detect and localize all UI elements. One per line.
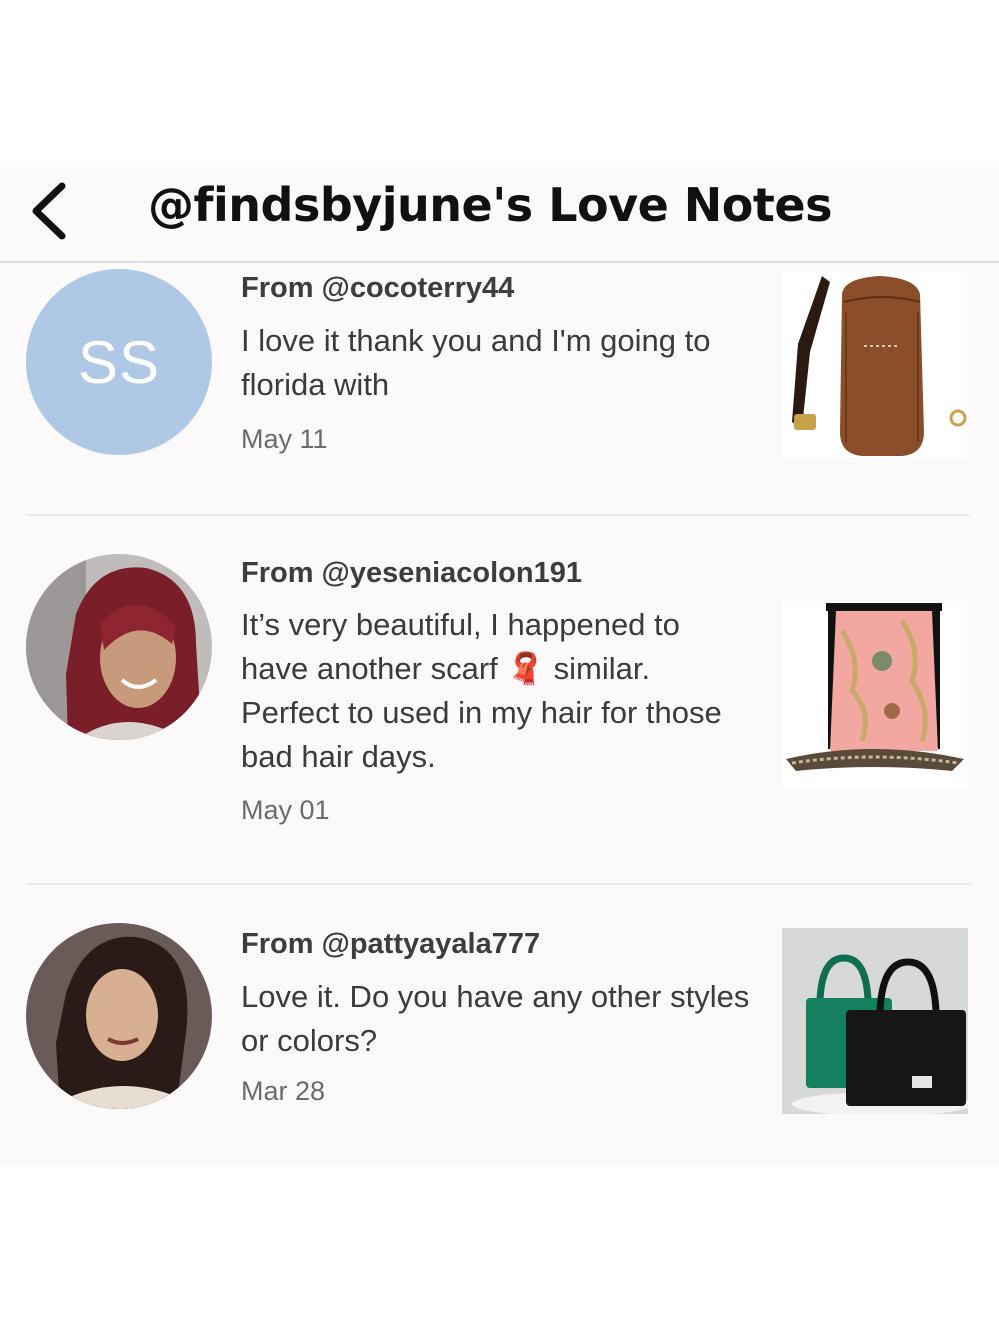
note-message: Love it. Do you have any other styles or… bbox=[241, 979, 750, 1058]
page-header: @findsbyjune's Love Notes bbox=[0, 166, 999, 263]
sling-bag-icon bbox=[782, 272, 968, 458]
tote-bags-icon bbox=[782, 928, 968, 1114]
profile-photo-icon bbox=[26, 554, 212, 740]
sender-username[interactable]: From @cocoterry44 bbox=[241, 272, 514, 305]
avatar[interactable] bbox=[26, 923, 212, 1109]
divider bbox=[26, 883, 970, 885]
divider bbox=[26, 514, 970, 516]
product-thumbnail[interactable] bbox=[782, 928, 968, 1114]
avatar[interactable]: SS bbox=[26, 269, 212, 455]
sender-username[interactable]: From @pattyayala777 bbox=[241, 928, 540, 961]
chevron-left-icon bbox=[32, 182, 66, 240]
back-button[interactable] bbox=[26, 182, 74, 240]
note-message: It’s very beautiful, I happened to have … bbox=[241, 603, 751, 779]
product-thumbnail[interactable] bbox=[782, 272, 968, 458]
note-message: I love it thank you and I'm going to flo… bbox=[241, 323, 711, 402]
scarf-emoji-icon: 🧣 bbox=[506, 651, 545, 686]
profile-photo-icon bbox=[26, 923, 212, 1109]
note-date: Mar 28 bbox=[241, 1076, 326, 1106]
avatar-initials: SS bbox=[77, 328, 161, 396]
product-thumbnail[interactable] bbox=[782, 601, 968, 787]
avatar[interactable] bbox=[26, 554, 212, 740]
note-date: May 01 bbox=[241, 795, 330, 825]
sender-username[interactable]: From @yeseniacolon191 bbox=[241, 557, 582, 590]
scarf-icon bbox=[782, 601, 968, 787]
note-date: May 11 bbox=[241, 424, 328, 454]
love-notes-panel: @findsbyjune's Love Notes SS From @cocot… bbox=[0, 166, 999, 1166]
page-title: @findsbyjune's Love Notes bbox=[148, 178, 832, 232]
